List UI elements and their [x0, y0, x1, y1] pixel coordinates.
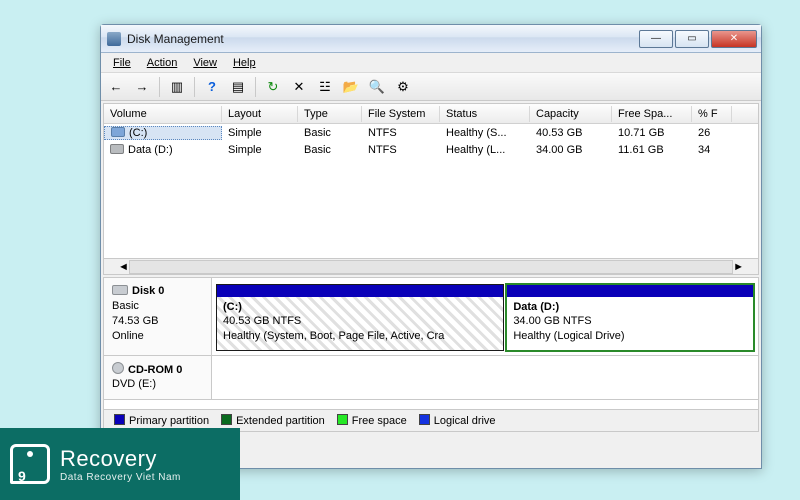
disk-meta: Disk 0 Basic 74.53 GB Online — [104, 278, 212, 355]
partition-d[interactable]: Data (D:) 34.00 GB NTFS Healthy (Logical… — [506, 284, 754, 351]
col-status[interactable]: Status — [440, 106, 530, 122]
partition-c[interactable]: (C:) 40.53 GB NTFS Healthy (System, Boot… — [216, 284, 504, 351]
horizontal-scrollbar[interactable]: ◄ ► — [104, 258, 758, 274]
actions-button[interactable]: ⚙ — [392, 76, 414, 98]
swatch-extended — [221, 414, 232, 425]
swatch-logical — [419, 414, 430, 425]
settings-icon: ☳ — [319, 79, 331, 95]
minimize-button[interactable]: — — [639, 30, 673, 48]
menubar: File Action View Help — [101, 53, 761, 73]
disk-management-window: Disk Management — ▭ ✕ File Action View H… — [100, 24, 762, 469]
col-type[interactable]: Type — [298, 106, 362, 122]
partition-label: Data (D:) — [513, 301, 559, 313]
disk-row-0[interactable]: Disk 0 Basic 74.53 GB Online (C:) 40.53 … — [104, 278, 758, 356]
close-button[interactable]: ✕ — [711, 30, 757, 48]
arrow-left-icon: ← — [110, 79, 123, 94]
open-button[interactable]: 📂 — [340, 76, 362, 98]
delete-button[interactable]: ✕ — [288, 76, 310, 98]
partition-status: Healthy (Logical Drive) — [513, 330, 624, 342]
volume-row-c[interactable]: (C:) Simple Basic NTFS Healthy (S... 40.… — [104, 124, 758, 141]
brand-watermark: Recovery Data Recovery Viet Nam — [0, 428, 240, 500]
titlebar: Disk Management — ▭ ✕ — [101, 25, 761, 53]
properties-button[interactable]: ▤ — [227, 76, 249, 98]
gear-icon: ⚙ — [397, 79, 409, 95]
forward-button[interactable]: → — [131, 76, 153, 98]
window-title: Disk Management — [127, 32, 639, 46]
partition-size: 34.00 GB NTFS — [513, 315, 591, 327]
arrow-right-icon: → — [136, 79, 149, 94]
volume-name: (C:) — [129, 127, 147, 139]
help-button[interactable]: ? — [201, 76, 223, 98]
volume-row-d[interactable]: Data (D:) Simple Basic NTFS Healthy (L..… — [104, 141, 758, 158]
showhide-tree-button[interactable]: ▥ — [166, 76, 188, 98]
app-icon — [107, 32, 121, 46]
brand-tagline: Data Recovery Viet Nam — [60, 472, 181, 483]
partition-size: 40.53 GB NTFS — [223, 315, 301, 327]
panel-icon: ▥ — [171, 79, 183, 95]
toolbar: ← → ▥ ? ▤ ↻ ✕ ☳ 📂 🔍 ⚙ — [101, 73, 761, 101]
drive-icon — [110, 144, 124, 154]
properties-icon: ▤ — [232, 79, 244, 95]
folder-open-icon: 📂 — [343, 79, 359, 95]
cd-icon — [112, 362, 124, 374]
swatch-primary — [114, 414, 125, 425]
volume-header-row: Volume Layout Type File System Status Ca… — [104, 104, 758, 124]
menu-file[interactable]: File — [107, 56, 137, 70]
back-button[interactable]: ← — [105, 76, 127, 98]
disk-graphical-view: Disk 0 Basic 74.53 GB Online (C:) 40.53 … — [103, 277, 759, 432]
partition-status: Healthy (System, Boot, Page File, Active… — [223, 330, 444, 342]
col-layout[interactable]: Layout — [222, 106, 298, 122]
drive-icon — [111, 127, 125, 137]
brand-lock-icon — [10, 444, 50, 484]
maximize-button[interactable]: ▭ — [675, 30, 709, 48]
menu-action[interactable]: Action — [141, 56, 184, 70]
volume-name: Data (D:) — [128, 144, 173, 156]
scroll-left-icon: ◄ — [118, 261, 129, 273]
delete-icon: ✕ — [294, 79, 305, 95]
menu-view[interactable]: View — [187, 56, 223, 70]
swatch-free — [337, 414, 348, 425]
col-volume[interactable]: Volume — [104, 106, 222, 122]
col-pct[interactable]: % F — [692, 106, 732, 122]
search-icon: 🔍 — [369, 79, 385, 95]
refresh-button[interactable]: ↻ — [262, 76, 284, 98]
disk-icon — [112, 285, 128, 295]
brand-name: Recovery — [60, 446, 181, 472]
refresh-icon: ↻ — [268, 79, 279, 95]
settings-button[interactable]: ☳ — [314, 76, 336, 98]
partition-label: (C:) — [223, 301, 242, 313]
help-icon: ? — [208, 79, 216, 94]
disk-row-cd[interactable]: CD-ROM 0 DVD (E:) — [104, 356, 758, 400]
disk-meta: CD-ROM 0 DVD (E:) — [104, 356, 212, 399]
col-capacity[interactable]: Capacity — [530, 106, 612, 122]
menu-help[interactable]: Help — [227, 56, 262, 70]
find-button[interactable]: 🔍 — [366, 76, 388, 98]
col-filesystem[interactable]: File System — [362, 106, 440, 122]
volume-list: Volume Layout Type File System Status Ca… — [103, 103, 759, 275]
scroll-right-icon: ► — [733, 261, 744, 273]
col-free[interactable]: Free Spa... — [612, 106, 692, 122]
